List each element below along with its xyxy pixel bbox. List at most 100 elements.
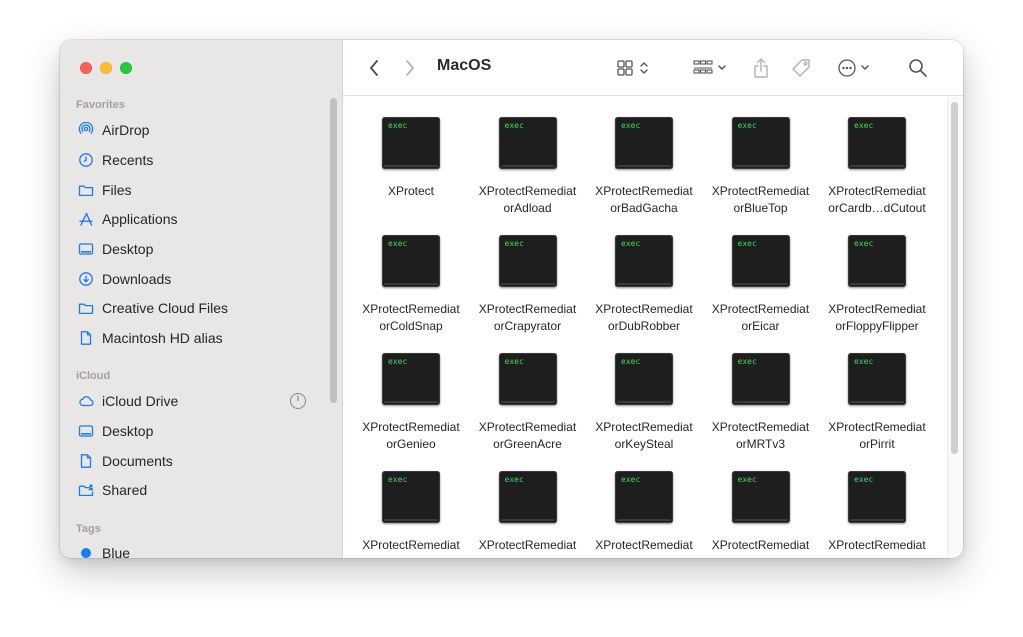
executable-icon-label: exec: [621, 121, 641, 130]
sync-status-icon[interactable]: [289, 392, 307, 410]
sidebar-item-icloud-drive[interactable]: iCloud Drive: [76, 390, 316, 412]
tag-button[interactable]: [789, 54, 813, 82]
file-name: XProtectRemediat orColdSnap: [362, 302, 460, 333]
file-item[interactable]: exec XProtectRemediat: [703, 471, 819, 554]
file-item[interactable]: exec XProtectRemediat: [470, 471, 586, 554]
share-button[interactable]: [749, 54, 773, 82]
main-scrollbar[interactable]: [951, 102, 958, 454]
file-name: XProtectRemediat orCardb…dCutout: [828, 184, 926, 215]
sidebar-item-desktop[interactable]: Desktop: [76, 238, 316, 260]
executable-icon-label: exec: [621, 475, 641, 484]
executable-icon: exec: [382, 471, 440, 523]
download-icon: [76, 270, 96, 288]
sidebar: Favorites AirDrop Recents Files Applicat…: [60, 40, 343, 558]
file-item[interactable]: exec XProtectRemediat orGreenAcre: [470, 353, 586, 453]
file-name: XProtectRemediat orAdload: [478, 184, 577, 215]
file-name: XProtectRemediat: [478, 538, 577, 552]
file-item[interactable]: exec XProtectRemediat orKeySteal: [586, 353, 702, 453]
folder-icon: [76, 299, 96, 317]
finder-window: Favorites AirDrop Recents Files Applicat…: [60, 40, 963, 558]
executable-icon-label: exec: [504, 239, 524, 248]
executable-icon-label: exec: [621, 357, 641, 366]
file-name: XProtect: [387, 184, 435, 198]
sidebar-item-documents[interactable]: Documents: [76, 450, 316, 472]
folder-icon: [76, 181, 96, 199]
executable-icon-label: exec: [737, 239, 757, 248]
sidebar-item-recents[interactable]: Recents: [76, 149, 316, 171]
file-item[interactable]: exec XProtectRemediat orMRTv3: [703, 353, 819, 453]
sidebar-item-files[interactable]: Files: [76, 179, 316, 201]
minimize-button[interactable]: [100, 62, 112, 74]
tag-dot-icon: [76, 544, 96, 558]
file-item[interactable]: exec XProtectRemediat: [819, 471, 935, 554]
file-name: XProtectRemediat: [711, 538, 810, 552]
file-item[interactable]: exec XProtectRemediat orDubRobber: [586, 235, 702, 335]
sidebar-item-shared[interactable]: Shared: [76, 479, 316, 501]
cloud-icon: [76, 392, 96, 410]
view-mode-button[interactable]: [613, 54, 657, 82]
applications-icon: [76, 210, 96, 228]
sidebar-item-label: Creative Cloud Files: [102, 300, 229, 316]
executable-icon: exec: [615, 353, 673, 405]
sidebar-item-icloud-desktop[interactable]: Desktop: [76, 420, 316, 442]
file-name: XProtectRemediat: [828, 538, 926, 552]
zoom-button[interactable]: [120, 62, 132, 74]
executable-icon-label: exec: [388, 475, 408, 484]
sidebar-item-airdrop[interactable]: AirDrop: [76, 119, 316, 141]
grid-view-icon: [617, 60, 648, 76]
file-item[interactable]: exec XProtectRemediat orEicar: [703, 235, 819, 335]
chevron-right-icon: [406, 60, 414, 76]
forward-button[interactable]: [399, 54, 421, 82]
tag-icon: [792, 59, 810, 77]
file-name: XProtectRemediat orDubRobber: [595, 302, 693, 333]
file-item[interactable]: exec XProtectRemediat orAdload: [470, 117, 586, 217]
executable-icon: exec: [498, 471, 557, 523]
sidebar-scrollbar[interactable]: [330, 98, 337, 403]
file-item[interactable]: exec XProtectRemediat orBadGacha: [586, 117, 702, 217]
executable-icon-label: exec: [504, 121, 524, 130]
group-icon: [693, 60, 726, 74]
sidebar-item-applications[interactable]: Applications: [76, 208, 316, 230]
executable-icon: exec: [848, 117, 906, 169]
desktop-icon: [76, 240, 96, 258]
executable-icon-label: exec: [504, 475, 524, 484]
sidebar-item-label: Macintosh HD alias: [102, 330, 223, 346]
file-item[interactable]: exec XProtectRemediat orCrapyrator: [470, 235, 586, 335]
sidebar-item-downloads[interactable]: Downloads: [76, 268, 316, 290]
file-item[interactable]: exec XProtectRemediat orGenieo: [353, 353, 469, 453]
file-item[interactable]: exec XProtectRemediat orColdSnap: [353, 235, 469, 335]
file-name: XProtectRemediat orPirrit: [828, 420, 926, 451]
close-button[interactable]: [80, 62, 92, 74]
sidebar-item-label: Blue: [102, 545, 131, 558]
file-item[interactable]: exec XProtectRemediat orCardb…dCutout: [819, 117, 935, 217]
file-item[interactable]: exec XProtectRemediat orPirrit: [819, 353, 935, 453]
executable-icon-label: exec: [737, 475, 757, 484]
back-button[interactable]: [363, 54, 385, 82]
file-item[interactable]: exec XProtectRemediat orBlueTop: [703, 117, 819, 217]
sidebar-item-label: AirDrop: [102, 122, 150, 138]
executable-icon: exec: [848, 353, 906, 405]
sidebar-item-label: Shared: [102, 482, 148, 498]
file-item[interactable]: exec XProtect: [353, 117, 469, 200]
file-name: XProtectRemediat orBlueTop: [711, 184, 810, 215]
sidebar-section-tags: Tags: [76, 523, 101, 535]
executable-icon-label: exec: [388, 357, 408, 366]
executable-icon-label: exec: [504, 357, 524, 366]
executable-icon: exec: [498, 117, 557, 169]
executable-icon-label: exec: [854, 121, 874, 130]
sidebar-item-creative-cloud-files[interactable]: Creative Cloud Files: [76, 297, 316, 319]
file-item[interactable]: exec XProtectRemediat: [586, 471, 702, 554]
document-icon: [76, 329, 96, 347]
executable-icon: exec: [731, 235, 790, 287]
sidebar-item-macintosh-hd-alias[interactable]: Macintosh HD alias: [76, 327, 316, 349]
chevron-left-icon: [370, 60, 378, 76]
sidebar-item-tag-blue[interactable]: Blue: [76, 542, 316, 558]
more-actions-button[interactable]: [835, 54, 877, 82]
desktop-icon: [76, 422, 96, 440]
search-button[interactable]: [905, 54, 931, 82]
search-icon: [909, 59, 927, 77]
group-by-button[interactable]: [689, 54, 733, 82]
file-item[interactable]: exec XProtectRemediat orFloppyFlipper: [819, 235, 935, 335]
executable-icon: exec: [498, 353, 557, 405]
file-item[interactable]: exec XProtectRemediat: [353, 471, 469, 554]
